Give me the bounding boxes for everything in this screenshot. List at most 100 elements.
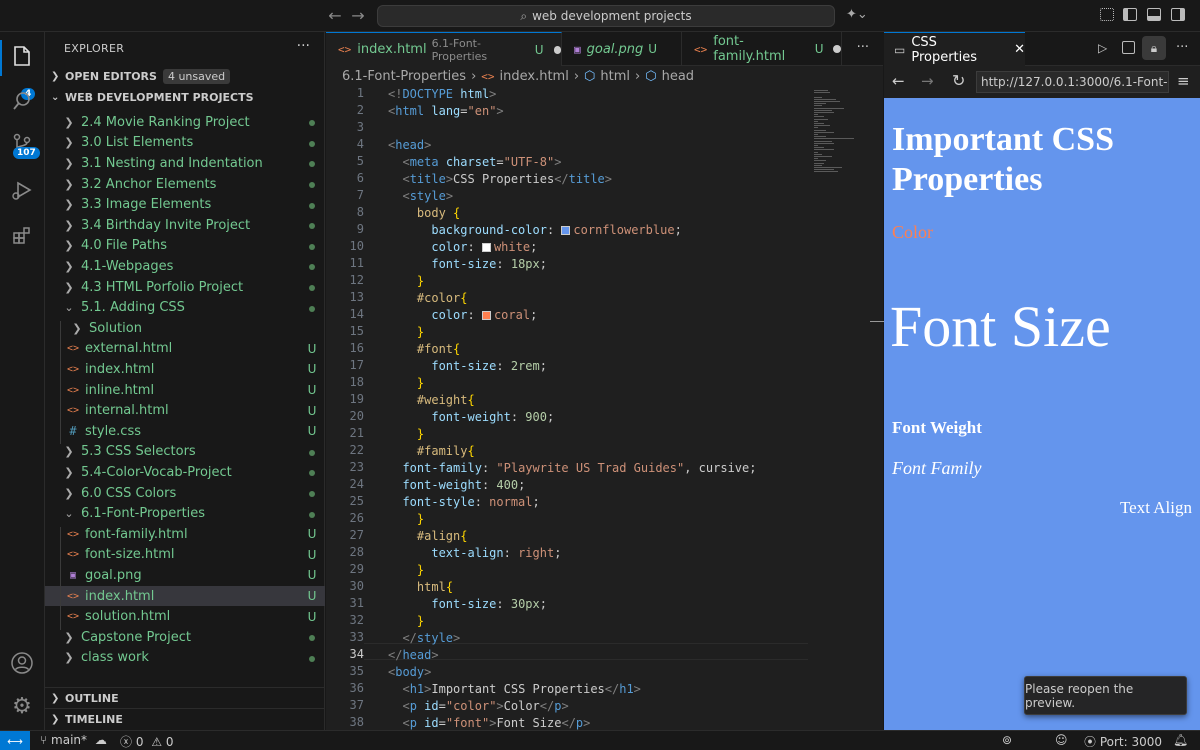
- breadcrumb-file[interactable]: index.html: [500, 69, 569, 84]
- bell-icon[interactable]: 🔔︎: [1173, 733, 1188, 747]
- open-editors-section[interactable]: ❯ OPEN EDITORS 4 unsaved: [45, 65, 325, 87]
- tree-item[interactable]: <> index.html U: [45, 585, 325, 607]
- git-status-dot: [303, 239, 321, 253]
- branch-indicator[interactable]: ⑂ main* ☁: [40, 733, 107, 747]
- tree-item[interactable]: ⌄ 6.1-Font-Properties: [45, 503, 325, 524]
- tree-item[interactable]: ❯ 4.0 File Paths: [45, 236, 325, 257]
- tree-item[interactable]: ❯ 3.3 Image Elements: [45, 194, 325, 215]
- project-section[interactable]: ⌄ WEB DEVELOPMENT PROJECTS: [45, 86, 325, 108]
- breadcrumb: 6.1-Font-Properties › <> index.html › ⬡ …: [326, 66, 883, 86]
- close-icon[interactable]: ✕: [1014, 42, 1025, 57]
- minimap-line: [814, 134, 818, 135]
- tab-css-properties-preview[interactable]: ▭ CSS Properties ✕: [884, 32, 1025, 66]
- toggle-secondary-sidebar-icon[interactable]: [1171, 8, 1185, 21]
- arrow-left-icon[interactable]: ←: [325, 6, 345, 25]
- tree-item[interactable]: <> solution.html U: [45, 606, 325, 627]
- run-debug-icon[interactable]: [8, 176, 36, 204]
- code-editor[interactable]: 1 2 3 4 5 6 7 8 9 10 11 12 13 14 15 16 17 18 19 20 21 22 23 24 2…: [326, 86, 883, 730]
- line-number: 11: [349, 256, 364, 270]
- minimap[interactable]: [810, 86, 870, 186]
- minimap-line: [814, 127, 818, 129]
- explorer-icon[interactable]: [8, 42, 36, 70]
- unsaved-dot-icon[interactable]: [553, 45, 561, 54]
- problems-indicator[interactable]: ⓧ 0 ⚠ 0: [120, 733, 174, 750]
- line-number: 4: [356, 137, 364, 151]
- tab-goal-png[interactable]: ▣ goal.png U: [562, 32, 682, 66]
- timeline-section[interactable]: ❯ TIMELINE: [45, 708, 325, 730]
- minimap-line: [814, 153, 822, 155]
- arrow-right-icon[interactable]: →: [348, 6, 368, 25]
- tree-item[interactable]: ❯ Capstone Project: [45, 627, 325, 648]
- toggle-panel-icon[interactable]: [1147, 8, 1161, 21]
- tree-item[interactable]: ❯ 5.3 CSS Selectors: [45, 442, 325, 463]
- tree-item[interactable]: ⌄ 5.1. Adding CSS: [45, 297, 325, 318]
- extensions-icon[interactable]: [8, 222, 36, 250]
- outline-section[interactable]: ❯ OUTLINE: [45, 687, 325, 709]
- tree-item[interactable]: ▣ goal.png U: [45, 565, 325, 586]
- line-number: 22: [349, 443, 364, 457]
- tree-item[interactable]: # style.css U: [45, 421, 325, 442]
- git-status-dot: [303, 445, 321, 459]
- tree-item-label: 2.4 Movie Ranking Project: [81, 114, 250, 130]
- customize-layout-icon[interactable]: [1100, 8, 1114, 21]
- tree-item[interactable]: ❯ 2.4 Movie Ranking Project: [45, 112, 325, 133]
- toggle-sidebar-icon[interactable]: [1123, 8, 1137, 21]
- breadcrumb-folder[interactable]: 6.1-Font-Properties: [342, 69, 466, 84]
- arrow-right-icon[interactable]: →: [921, 72, 934, 90]
- tree-item[interactable]: <> inline.html U: [45, 380, 325, 401]
- tab-font-family-html[interactable]: <> font-family.html U: [682, 32, 842, 66]
- chevron-down-icon: ⌄: [64, 301, 74, 315]
- run-icon[interactable]: ▷: [1098, 41, 1107, 55]
- more-actions-icon[interactable]: ···: [1176, 40, 1188, 55]
- tree-item[interactable]: <> font-family.html U: [45, 524, 325, 545]
- error-count: 0: [135, 735, 144, 749]
- arrow-left-icon[interactable]: ←: [892, 72, 905, 90]
- html-file-icon: <>: [67, 363, 80, 375]
- tree-item[interactable]: ❯ 4.1-Webpages: [45, 256, 325, 277]
- tree-item[interactable]: ❯ 3.1 Nesting and Indentation: [45, 153, 325, 174]
- tree-item[interactable]: <> index.html U: [45, 359, 325, 380]
- command-center-search[interactable]: ⌕ web development projects: [377, 5, 835, 27]
- port-label: Port: 3000: [1099, 735, 1163, 749]
- split-editor-icon[interactable]: [1122, 41, 1135, 54]
- notification-toast[interactable]: Please reopen the preview.: [1024, 676, 1187, 715]
- more-actions-icon[interactable]: ···: [857, 40, 869, 55]
- menu-icon[interactable]: ≡: [1177, 72, 1190, 90]
- sash-indicator[interactable]: [870, 321, 884, 322]
- remote-indicator-icon[interactable]: ⟷: [0, 731, 30, 750]
- account-icon[interactable]: [8, 649, 36, 677]
- copilot-status-icon[interactable]: ☺: [1055, 733, 1068, 747]
- line-number: 16: [349, 341, 364, 355]
- tree-item[interactable]: ❯ 5.4-Color-Vocab-Project: [45, 462, 325, 483]
- tree-item-label: 5.4-Color-Vocab-Project: [81, 464, 232, 480]
- url-input[interactable]: http://127.0.0.1:3000/6.1-Font-Propertie…: [976, 71, 1169, 93]
- search-icon[interactable]: [8, 87, 36, 115]
- refresh-icon[interactable]: ↻: [952, 71, 965, 90]
- breadcrumb-symbol-head[interactable]: head: [662, 69, 694, 84]
- tree-item[interactable]: <> external.html U: [45, 339, 325, 360]
- tree-item[interactable]: ❯ 3.0 List Elements: [45, 133, 325, 154]
- tab-label: font-family.html: [713, 34, 786, 64]
- tab-index-html[interactable]: <> index.html 6.1-Font-Properties U: [326, 32, 562, 66]
- tree-item[interactable]: ❯ 3.2 Anchor Elements: [45, 174, 325, 195]
- html-file-icon: <>: [67, 343, 80, 355]
- tree-item[interactable]: ❯ Solution: [45, 318, 325, 339]
- tree-item-label: 4.3 HTML Porfolio Project: [81, 279, 244, 295]
- minimap-line: [814, 162, 824, 164]
- tree-item[interactable]: <> internal.html U: [45, 400, 325, 421]
- minimap-line: [814, 120, 818, 122]
- unsaved-dot-icon[interactable]: [833, 45, 841, 53]
- copilot-icon[interactable]: ✦⌄: [846, 7, 868, 22]
- tree-item[interactable]: ❯ 3.4 Birthday Invite Project: [45, 215, 325, 236]
- more-actions-icon[interactable]: ···: [297, 38, 310, 54]
- lock-icon[interactable]: 🔒︎: [1142, 36, 1166, 60]
- broadcast-icon[interactable]: ⊚: [1002, 733, 1012, 747]
- line-number: 24: [349, 477, 364, 491]
- live-server-port[interactable]: ⦿ Port: 3000: [1084, 733, 1162, 750]
- tree-item[interactable]: ❯ 6.0 CSS Colors: [45, 483, 325, 504]
- gear-icon[interactable]: ⚙: [8, 692, 36, 720]
- breadcrumb-symbol-html[interactable]: html: [600, 69, 630, 84]
- tree-item[interactable]: ❯ 4.3 HTML Porfolio Project: [45, 277, 325, 298]
- tree-item[interactable]: ❯ class work: [45, 648, 325, 669]
- tree-item[interactable]: <> font-size.html U: [45, 545, 325, 566]
